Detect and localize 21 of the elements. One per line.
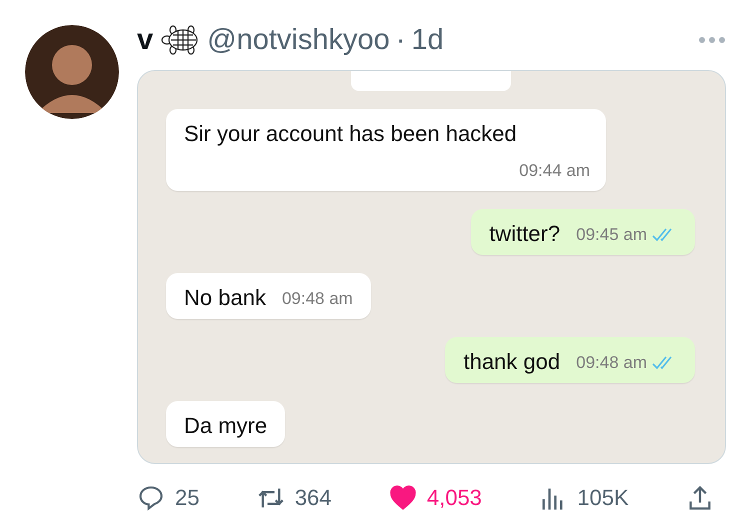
message-time: 09:48 am: [282, 289, 353, 309]
heart-icon[interactable]: [388, 484, 417, 512]
message-text: twitter?: [489, 221, 560, 247]
post-time[interactable]: 1d: [411, 24, 444, 56]
message-text: thank god: [463, 349, 560, 375]
reply-count: 25: [175, 485, 200, 511]
user-handle[interactable]: @notvishkyoo: [207, 24, 390, 56]
avatar[interactable]: [25, 25, 119, 119]
like-count: 4,053: [426, 485, 482, 511]
reply-icon[interactable]: [137, 484, 165, 512]
message-time: 09:44 am: [519, 161, 590, 181]
message-text: Sir your account has been hacked: [184, 121, 518, 147]
separator-dot: ·: [396, 24, 406, 56]
message-text: No bank: [184, 285, 266, 311]
view-count: 105K: [577, 485, 629, 511]
chat-screenshot[interactable]: Sir your account has been hacked 09:44 am twitter? 09:45 am No bank 09:48 am thank god 09:48 am Da myre: [137, 70, 726, 464]
message-text: Da myre: [184, 413, 268, 439]
display-name[interactable]: v: [137, 24, 154, 56]
message-time: 09:48 am: [576, 353, 647, 373]
repost-count: 364: [294, 485, 332, 511]
message-time: 09:45 am: [576, 225, 647, 245]
